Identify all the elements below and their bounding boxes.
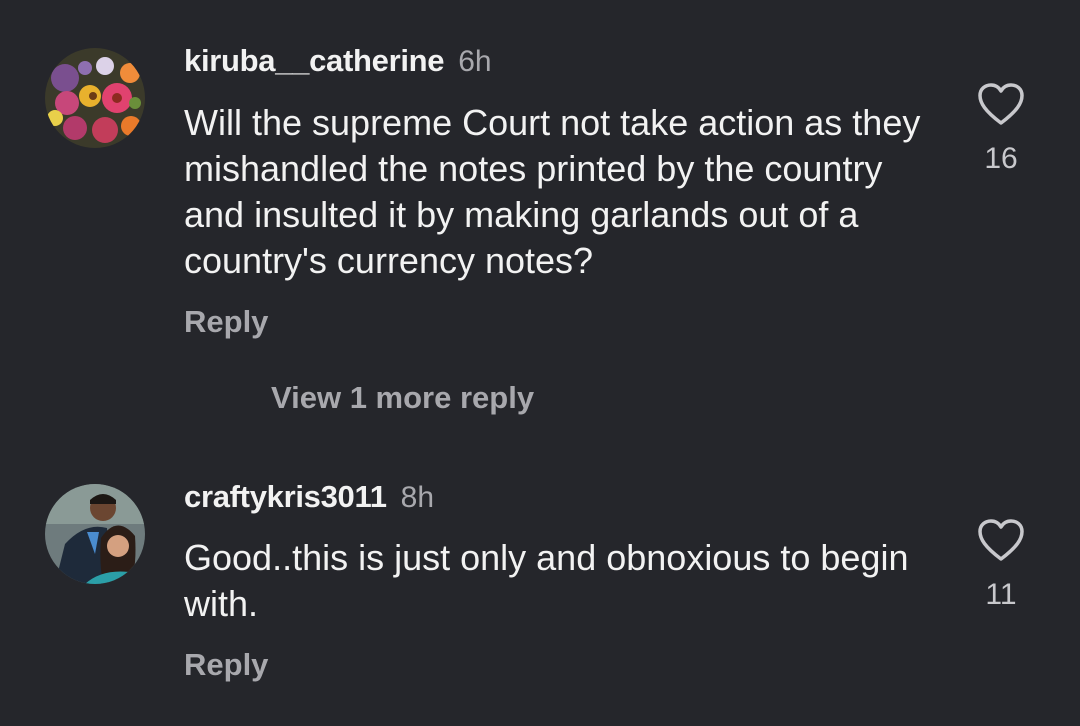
timestamp: 8h [400,481,435,514]
reply-button[interactable]: Reply [184,304,268,340]
comments-panel: kiruba__catherine 6h Will the supreme Cou… [0,0,1080,726]
reply-button[interactable]: Reply [184,647,268,683]
couple-avatar-image [45,484,145,584]
comment-header: craftykris3011 8h [184,479,434,515]
heart-outline-icon[interactable] [977,82,1025,126]
like-count: 11 [985,578,1017,611]
comment-text: Good..this is just only and obnoxious to… [184,537,909,624]
view-more-replies-button[interactable]: View 1 more reply [271,380,534,416]
like-count: 16 [984,142,1018,175]
like-section: 11 [970,518,1032,612]
username[interactable]: kiruba__catherine [184,43,445,78]
username[interactable]: craftykris3011 [184,479,387,514]
avatar[interactable] [45,48,145,148]
avatar[interactable] [45,484,145,584]
comment-text: Will the supreme Court not take action a… [184,102,921,281]
heart-outline-icon[interactable] [977,518,1025,562]
like-section: 16 [970,82,1032,176]
timestamp: 6h [458,45,492,78]
flowers-avatar-image [45,48,145,148]
comment-header: kiruba__catherine 6h [184,43,492,79]
